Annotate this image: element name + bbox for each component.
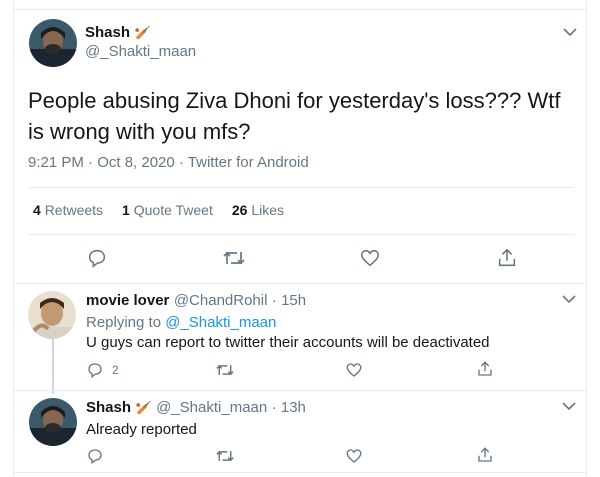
quote-label: Quote Tweet bbox=[133, 202, 213, 218]
tweet-meta[interactable]: 9:21 PM · Oct 8, 2020 · Twitter for Andr… bbox=[28, 154, 309, 171]
retweets-label: Retweets bbox=[44, 202, 104, 218]
tweet-stats: 4 Retweets 1 Quote Tweet 26 Likes bbox=[33, 202, 284, 218]
like-icon[interactable] bbox=[359, 247, 381, 269]
retweet-icon[interactable] bbox=[215, 361, 235, 379]
chevron-down-icon[interactable] bbox=[561, 401, 577, 411]
replying-to-link[interactable]: @_Shakti_maan bbox=[165, 314, 276, 331]
avatar[interactable] bbox=[29, 398, 77, 446]
reply-time[interactable]: · 13h bbox=[272, 399, 306, 416]
top-divider bbox=[13, 9, 587, 10]
avatar[interactable] bbox=[28, 291, 76, 339]
divider bbox=[13, 283, 587, 284]
quote-stat[interactable]: 1 Quote Tweet bbox=[122, 202, 213, 218]
retweets-stat[interactable]: 4 Retweets bbox=[33, 202, 103, 218]
retweets-count: 4 bbox=[33, 202, 41, 218]
divider bbox=[28, 234, 574, 235]
author-handle[interactable]: @_Shakti_maan bbox=[156, 399, 267, 416]
like-icon[interactable] bbox=[345, 447, 363, 465]
likes-count: 26 bbox=[231, 202, 248, 218]
avatar-image bbox=[29, 398, 77, 446]
share-icon[interactable] bbox=[476, 360, 494, 378]
reply-text: Already reported bbox=[86, 421, 197, 438]
reply-author-line: movie lover @ChandRohil · 15h bbox=[86, 292, 306, 310]
divider bbox=[13, 390, 587, 391]
reply-time[interactable]: · 15h bbox=[272, 292, 306, 309]
share-icon[interactable] bbox=[476, 446, 494, 464]
cricket-emoji-icon: 🏏 bbox=[134, 25, 151, 40]
author-handle[interactable]: @_Shakti_maan bbox=[85, 43, 196, 60]
likes-label: Likes bbox=[251, 202, 285, 218]
share-icon[interactable] bbox=[496, 247, 518, 269]
reply-icon[interactable] bbox=[86, 361, 104, 379]
author-line: Shash 🏏 bbox=[85, 24, 151, 42]
retweet-icon[interactable] bbox=[215, 447, 235, 465]
avatar[interactable] bbox=[29, 19, 77, 67]
chevron-down-icon[interactable] bbox=[561, 294, 577, 304]
retweet-icon[interactable] bbox=[222, 247, 246, 269]
author-handle[interactable]: @ChandRohil bbox=[174, 292, 268, 309]
reply-text: U guys can report to twitter their accou… bbox=[86, 334, 490, 351]
avatar-image bbox=[29, 19, 77, 67]
author-name[interactable]: Shash bbox=[85, 24, 130, 41]
tweet-text: People abusing Ziva Dhoni for yesterday'… bbox=[28, 88, 561, 144]
quote-count: 1 bbox=[122, 202, 130, 218]
divider bbox=[28, 187, 574, 188]
reply-icon[interactable] bbox=[86, 447, 104, 465]
divider bbox=[13, 472, 587, 473]
avatar-image bbox=[28, 291, 76, 339]
reply-author-line: Shash 🏏 @_Shakti_maan · 13h bbox=[86, 399, 306, 417]
reply-count: 2 bbox=[112, 363, 119, 377]
author-name[interactable]: Shash bbox=[86, 399, 131, 416]
cricket-emoji-icon: 🏏 bbox=[135, 400, 152, 415]
replying-to-line: Replying to @_Shakti_maan bbox=[86, 314, 276, 331]
reply-icon[interactable] bbox=[86, 247, 108, 269]
thread-connector-line bbox=[52, 338, 54, 394]
chevron-down-icon[interactable] bbox=[562, 27, 578, 37]
author-name[interactable]: movie lover bbox=[86, 292, 169, 309]
replying-to-prefix: Replying to bbox=[86, 314, 162, 331]
likes-stat[interactable]: 26 Likes bbox=[232, 202, 284, 218]
like-icon[interactable] bbox=[345, 361, 363, 379]
